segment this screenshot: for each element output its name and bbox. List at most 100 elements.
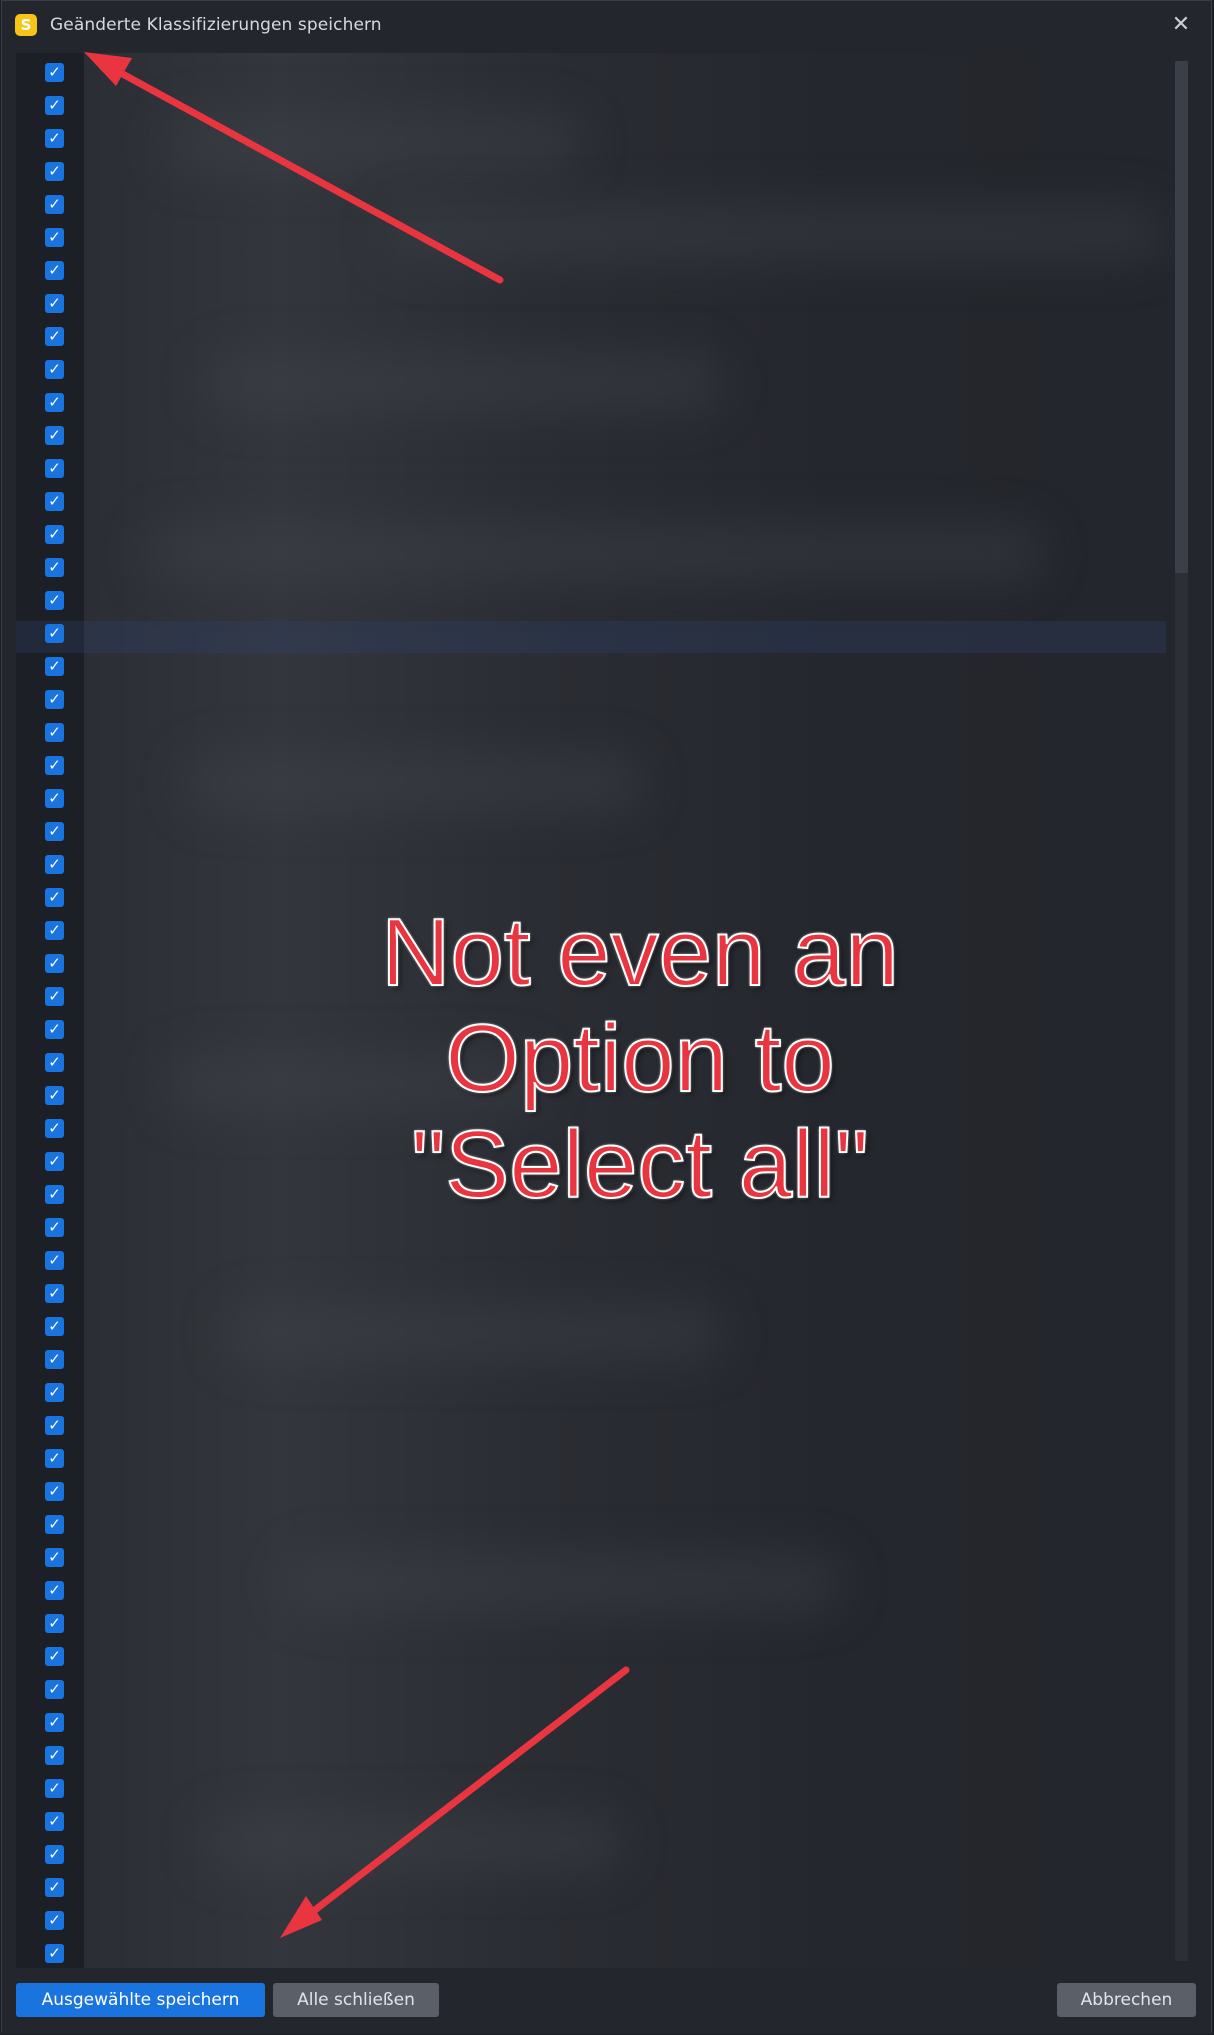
row-checkbox[interactable]: ✓ [45, 1482, 64, 1501]
list-row[interactable]: ✓ [16, 1277, 1166, 1310]
row-checkbox[interactable]: ✓ [45, 1284, 64, 1303]
row-checkbox[interactable]: ✓ [45, 987, 64, 1006]
row-checkbox[interactable]: ✓ [45, 1779, 64, 1798]
row-checkbox[interactable]: ✓ [45, 1119, 64, 1138]
list-row[interactable]: ✓ [16, 1343, 1166, 1376]
row-checkbox[interactable]: ✓ [45, 129, 64, 148]
row-checkbox[interactable]: ✓ [45, 459, 64, 478]
row-checkbox[interactable]: ✓ [45, 228, 64, 247]
list-row[interactable]: ✓ [16, 56, 1166, 89]
row-checkbox[interactable]: ✓ [45, 1614, 64, 1633]
row-checkbox[interactable]: ✓ [45, 1020, 64, 1039]
list-row[interactable]: ✓ [16, 617, 1166, 650]
row-checkbox[interactable]: ✓ [45, 690, 64, 709]
list-row[interactable]: ✓ [16, 1937, 1166, 1968]
list-row[interactable]: ✓ [16, 1607, 1166, 1640]
row-checkbox[interactable]: ✓ [45, 1680, 64, 1699]
list-row[interactable]: ✓ [16, 1739, 1166, 1772]
list-row[interactable]: ✓ [16, 782, 1166, 815]
row-checkbox[interactable]: ✓ [45, 1581, 64, 1600]
row-checkbox[interactable]: ✓ [45, 1515, 64, 1534]
row-checkbox[interactable]: ✓ [45, 1152, 64, 1171]
row-checkbox[interactable]: ✓ [45, 1812, 64, 1831]
row-checkbox[interactable]: ✓ [45, 1350, 64, 1369]
row-checkbox[interactable]: ✓ [45, 1878, 64, 1897]
list-row[interactable]: ✓ [16, 716, 1166, 749]
row-checkbox[interactable]: ✓ [45, 294, 64, 313]
close-all-button[interactable]: Alle schließen [273, 1983, 439, 2017]
list-row[interactable]: ✓ [16, 683, 1166, 716]
row-checkbox[interactable]: ✓ [45, 426, 64, 445]
row-checkbox[interactable]: ✓ [45, 558, 64, 577]
list-row[interactable]: ✓ [16, 485, 1166, 518]
row-checkbox[interactable]: ✓ [45, 1911, 64, 1930]
list-row[interactable]: ✓ [16, 584, 1166, 617]
list-row[interactable]: ✓ [16, 1508, 1166, 1541]
row-checkbox[interactable]: ✓ [45, 1944, 64, 1963]
close-icon[interactable]: ✕ [1169, 13, 1193, 37]
row-checkbox[interactable]: ✓ [45, 525, 64, 544]
list-row[interactable]: ✓ [16, 650, 1166, 683]
list-row[interactable]: ✓ [16, 1541, 1166, 1574]
row-checkbox[interactable]: ✓ [45, 657, 64, 676]
list-row[interactable]: ✓ [16, 1838, 1166, 1871]
list-row[interactable]: ✓ [16, 386, 1166, 419]
list-row[interactable]: ✓ [16, 551, 1166, 584]
row-checkbox[interactable]: ✓ [45, 1185, 64, 1204]
row-checkbox[interactable]: ✓ [45, 1383, 64, 1402]
list-row[interactable]: ✓ [16, 452, 1166, 485]
row-checkbox[interactable]: ✓ [45, 162, 64, 181]
list-row[interactable]: ✓ [16, 1574, 1166, 1607]
list-row[interactable]: ✓ [16, 1442, 1166, 1475]
row-checkbox[interactable]: ✓ [45, 1449, 64, 1468]
row-checkbox[interactable]: ✓ [45, 789, 64, 808]
list-row[interactable]: ✓ [16, 320, 1166, 353]
row-checkbox[interactable]: ✓ [45, 756, 64, 775]
row-checkbox[interactable]: ✓ [45, 921, 64, 940]
list-row[interactable]: ✓ [16, 1409, 1166, 1442]
row-checkbox[interactable]: ✓ [45, 1647, 64, 1666]
row-checkbox[interactable]: ✓ [45, 261, 64, 280]
list-row[interactable]: ✓ [16, 1475, 1166, 1508]
list-row[interactable]: ✓ [16, 1640, 1166, 1673]
list-row[interactable]: ✓ [16, 419, 1166, 452]
row-checkbox[interactable]: ✓ [45, 96, 64, 115]
list-row[interactable]: ✓ [16, 353, 1166, 386]
row-checkbox[interactable]: ✓ [45, 822, 64, 841]
row-checkbox[interactable]: ✓ [45, 1251, 64, 1270]
row-checkbox[interactable]: ✓ [45, 327, 64, 346]
row-checkbox[interactable]: ✓ [45, 63, 64, 82]
list-row[interactable]: ✓ [16, 287, 1166, 320]
list-row[interactable]: ✓ [16, 221, 1166, 254]
row-checkbox[interactable]: ✓ [45, 1713, 64, 1732]
row-checkbox[interactable]: ✓ [45, 723, 64, 742]
list-row[interactable]: ✓ [16, 155, 1166, 188]
row-checkbox[interactable]: ✓ [45, 195, 64, 214]
list-row[interactable]: ✓ [16, 1805, 1166, 1838]
row-checkbox[interactable]: ✓ [45, 855, 64, 874]
cancel-button[interactable]: Abbrechen [1057, 1983, 1196, 2017]
row-checkbox[interactable]: ✓ [45, 1548, 64, 1567]
row-checkbox[interactable]: ✓ [45, 1317, 64, 1336]
list-row[interactable]: ✓ [16, 1376, 1166, 1409]
scrollbar-thumb[interactable] [1175, 61, 1188, 573]
list-row[interactable]: ✓ [16, 1244, 1166, 1277]
list-row[interactable]: ✓ [16, 254, 1166, 287]
list-row[interactable]: ✓ [16, 749, 1166, 782]
list-row[interactable]: ✓ [16, 89, 1166, 122]
list-row[interactable]: ✓ [16, 1904, 1166, 1937]
row-checkbox[interactable]: ✓ [45, 624, 64, 643]
list-row[interactable]: ✓ [16, 1706, 1166, 1739]
row-checkbox[interactable]: ✓ [45, 954, 64, 973]
row-checkbox[interactable]: ✓ [45, 1845, 64, 1864]
list-row[interactable]: ✓ [16, 188, 1166, 221]
list-row[interactable]: ✓ [16, 815, 1166, 848]
row-checkbox[interactable]: ✓ [45, 1416, 64, 1435]
row-checkbox[interactable]: ✓ [45, 1218, 64, 1237]
list-row[interactable]: ✓ [16, 518, 1166, 551]
list-row[interactable]: ✓ [16, 1772, 1166, 1805]
list-row[interactable]: ✓ [16, 848, 1166, 881]
list-row[interactable]: ✓ [16, 1310, 1166, 1343]
row-checkbox[interactable]: ✓ [45, 1053, 64, 1072]
row-checkbox[interactable]: ✓ [45, 888, 64, 907]
